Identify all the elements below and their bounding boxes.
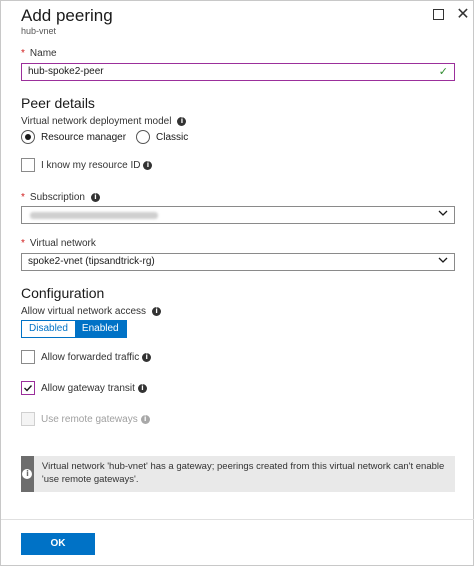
subscription-label: * Subscription i bbox=[21, 192, 100, 203]
subscription-select[interactable] bbox=[21, 206, 455, 224]
checkmark-icon bbox=[24, 385, 33, 392]
info-icon[interactable]: i bbox=[137, 383, 147, 393]
radio-resource-manager[interactable] bbox=[21, 130, 35, 144]
use-remote-gateways-label: Use remote gateways bbox=[41, 413, 138, 425]
configuration-heading: Configuration bbox=[21, 285, 105, 301]
info-icon[interactable]: i bbox=[142, 352, 152, 362]
resource-id-checkbox[interactable] bbox=[21, 158, 35, 172]
close-icon[interactable]: ✕ bbox=[456, 7, 470, 23]
allow-forwarded-traffic-checkbox[interactable] bbox=[21, 350, 35, 364]
ok-button[interactable]: OK bbox=[21, 533, 95, 555]
footer-divider bbox=[1, 519, 474, 520]
deployment-model-label: Virtual network deployment model i bbox=[21, 116, 187, 127]
toggle-disabled-option[interactable]: Disabled bbox=[22, 321, 75, 337]
virtual-network-access-toggle: Disabled Enabled bbox=[21, 320, 127, 338]
virtual-network-select[interactable]: spoke2-vnet (tipsandtrick-rg) bbox=[21, 253, 455, 271]
checkmark-icon: ✓ bbox=[438, 66, 448, 78]
required-asterisk: * bbox=[21, 48, 25, 59]
allow-gateway-transit-label[interactable]: Allow gateway transit bbox=[41, 383, 135, 394]
deployment-model-radio-group: Resource manager Classic bbox=[21, 130, 198, 144]
info-banner-icon-box: i bbox=[21, 456, 34, 492]
name-input[interactable]: hub-spoke2-peer ✓ bbox=[21, 63, 455, 81]
redacted-subscription-value bbox=[30, 212, 158, 219]
allow-forwarded-traffic-label[interactable]: Allow forwarded traffic bbox=[41, 352, 139, 363]
radio-classic[interactable] bbox=[136, 130, 151, 144]
page-subtitle: hub-vnet bbox=[21, 26, 57, 36]
required-asterisk: * bbox=[21, 192, 25, 203]
radio-classic-label[interactable]: Classic bbox=[156, 132, 188, 143]
required-asterisk: * bbox=[21, 238, 25, 249]
maximize-icon[interactable] bbox=[433, 9, 444, 20]
allow-forwarded-traffic-row: Allow forwarded traffic i bbox=[21, 350, 152, 364]
toggle-enabled-option[interactable]: Enabled bbox=[74, 321, 126, 337]
radio-resource-manager-label[interactable]: Resource manager bbox=[41, 132, 126, 143]
chevron-down-icon bbox=[438, 210, 448, 216]
add-peering-blade: Add peering hub-vnet ✕ * Name hub-spoke2… bbox=[0, 0, 474, 566]
chevron-down-icon bbox=[438, 257, 448, 263]
name-label: * Name bbox=[21, 48, 57, 59]
info-icon[interactable]: i bbox=[177, 117, 187, 126]
resource-id-label[interactable]: I know my resource ID bbox=[41, 160, 140, 171]
virtual-network-label: * Virtual network bbox=[21, 238, 96, 249]
info-icon[interactable]: i bbox=[90, 193, 100, 202]
allow-gateway-transit-checkbox[interactable] bbox=[21, 381, 35, 395]
page-title: Add peering bbox=[21, 6, 113, 25]
info-icon: i bbox=[140, 414, 150, 424]
info-icon[interactable]: i bbox=[143, 160, 153, 170]
virtual-network-access-label: Allow virtual network access i bbox=[21, 306, 162, 317]
use-remote-gateways-row: Use remote gateways i bbox=[21, 412, 150, 426]
allow-gateway-transit-row: Allow gateway transit i bbox=[21, 381, 147, 395]
peer-details-heading: Peer details bbox=[21, 95, 95, 111]
info-banner: i Virtual network 'hub-vnet' has a gatew… bbox=[21, 456, 455, 492]
info-icon: i bbox=[22, 469, 33, 479]
resource-id-row: I know my resource ID i bbox=[21, 158, 153, 172]
info-icon[interactable]: i bbox=[152, 307, 162, 316]
use-remote-gateways-checkbox bbox=[21, 412, 35, 426]
info-banner-message: Virtual network 'hub-vnet' has a gateway… bbox=[41, 461, 445, 485]
